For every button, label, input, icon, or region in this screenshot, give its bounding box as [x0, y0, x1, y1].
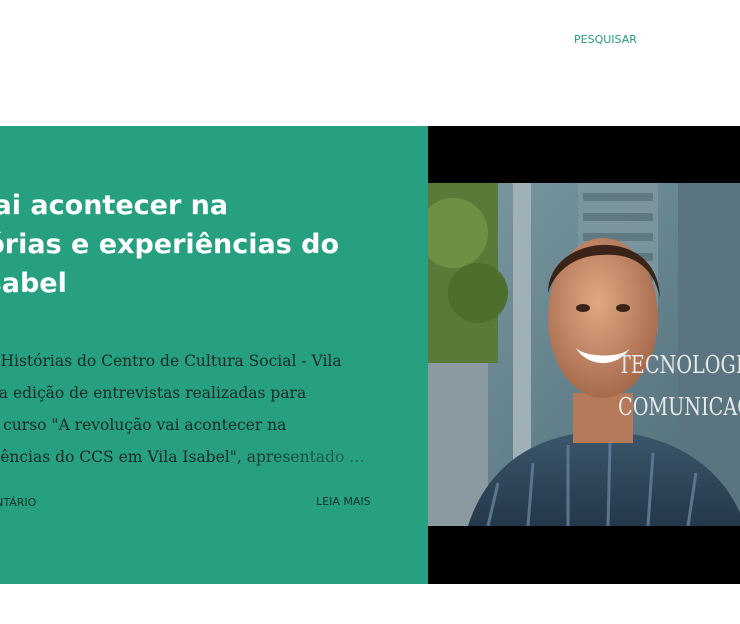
featured-post: o vai acontecer na istórias e experiênci…	[0, 126, 740, 584]
overlay-text-line: COMUNICAÇÃO	[618, 393, 740, 421]
overlay-text-line: TECNOLOGIAS S	[618, 351, 740, 379]
post-title-line[interactable]: o vai acontecer na	[0, 186, 418, 225]
post-photo[interactable]: TECNOLOGIAS S COMUNICAÇÃO	[428, 183, 740, 526]
post-title-line[interactable]: a Isabel	[0, 264, 418, 303]
featured-post-text-panel: o vai acontecer na istórias e experiênci…	[0, 126, 428, 584]
snippet-line: xperiências do CCS em Vila Isabel", apre…	[0, 441, 410, 473]
post-title[interactable]: o vai acontecer na istórias e experiênci…	[0, 186, 418, 303]
snippet-line: é uma edição de entrevistas realizadas p…	[0, 384, 307, 402]
search-link[interactable]: PESQUISAR	[574, 33, 637, 46]
snippet-line: al de curso "A revolução vai acontecer n…	[0, 416, 287, 434]
read-more-link[interactable]: LEIA MAIS	[316, 495, 371, 508]
comments-link[interactable]: OMENTÁRIO	[0, 496, 36, 509]
snippet-line: deo "Histórias do Centro de Cultura Soci…	[0, 352, 342, 370]
featured-post-image[interactable]: TECNOLOGIAS S COMUNICAÇÃO	[428, 126, 740, 584]
post-title-line[interactable]: istórias e experiências do	[0, 225, 418, 264]
post-snippet: deo "Histórias do Centro de Cultura Soci…	[0, 345, 410, 473]
